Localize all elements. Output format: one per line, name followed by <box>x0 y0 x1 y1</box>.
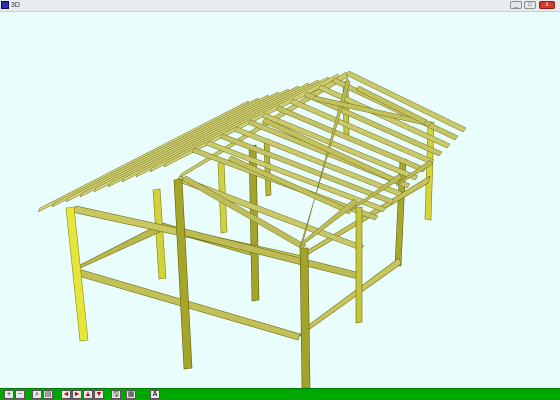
zoom-fit-button[interactable]: ⌕ <box>32 390 42 399</box>
zoom-out-button[interactable]: − <box>15 390 25 399</box>
rotate-up-button[interactable]: ▲ <box>83 390 93 399</box>
rotate-left-button[interactable]: ◄ <box>61 390 71 399</box>
zoom-in-button[interactable]: + <box>4 390 14 399</box>
beam <box>299 257 402 337</box>
rotate-down-button[interactable]: ▼ <box>94 390 104 399</box>
beam <box>75 225 161 271</box>
title-bar: 3D _ □ x <box>0 0 560 12</box>
post <box>355 206 363 324</box>
post <box>173 178 193 370</box>
roof-frame-model <box>37 70 467 389</box>
save-button[interactable]: 🖫 <box>111 390 121 399</box>
text-button[interactable]: A <box>150 390 160 399</box>
rotate-right-button[interactable]: ► <box>72 390 82 399</box>
bottom-toolbar: + − ⌕ ▤ ◄ ► ▲ ▼ 🖫 ▦ A <box>0 388 560 400</box>
print-button[interactable]: ▤ <box>43 390 53 399</box>
maximize-button[interactable]: □ <box>524 1 536 9</box>
3d-viewport[interactable] <box>0 12 560 389</box>
window-title: 3D <box>11 2 20 9</box>
post <box>299 247 311 389</box>
minimize-button[interactable]: _ <box>510 1 522 9</box>
copy-button[interactable]: ▦ <box>126 390 136 399</box>
close-button[interactable]: x <box>539 1 555 9</box>
app-icon <box>1 1 9 9</box>
